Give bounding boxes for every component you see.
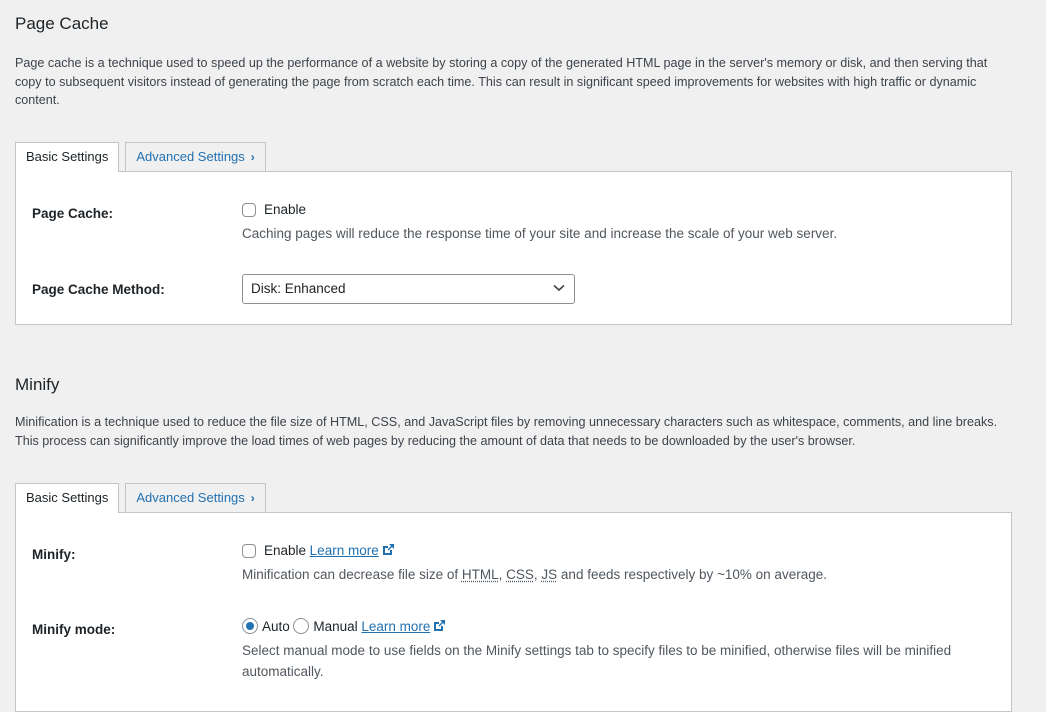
page-cache-enable-checkbox-label[interactable]: Enable <box>242 202 306 217</box>
minify-enable-checkbox[interactable] <box>242 544 256 558</box>
tab-advanced-settings[interactable]: Advanced Settings › <box>125 142 266 172</box>
minify-tabs: Basic Settings Advanced Settings › <box>15 483 266 513</box>
page-cache-title: Page Cache <box>15 14 109 33</box>
abbr-js: JS <box>541 567 558 582</box>
help-text: and feeds respectively by ~10% on averag… <box>557 567 827 582</box>
page-cache-enable-field: Enable Caching pages will reduce the res… <box>242 202 1001 244</box>
learn-more-link[interactable]: Learn more <box>361 619 430 634</box>
tab-label: Basic Settings <box>26 490 109 505</box>
external-link-icon <box>434 620 446 631</box>
minify-help: Minification can decrease file size of H… <box>242 567 827 582</box>
minify-enable-checkbox-label[interactable]: Enable <box>242 543 310 558</box>
chevron-right-icon: › <box>250 150 255 164</box>
radio-auto[interactable]: Auto <box>242 618 290 634</box>
page-cache-tabs: Basic Settings Advanced Settings › <box>15 142 266 172</box>
minify-mode-help: Select manual mode to use fields on the … <box>242 643 952 679</box>
tab-label: Advanced Settings <box>136 149 245 164</box>
tab-basic-settings[interactable]: Basic Settings <box>15 142 120 172</box>
minify-title: Minify <box>15 375 60 394</box>
abbr-css: CSS <box>506 567 534 582</box>
radio-auto-button[interactable] <box>242 618 258 634</box>
minify-mode-label: Minify mode: <box>32 622 116 637</box>
help-text: Minification can decrease file size of <box>242 567 462 582</box>
radio-manual-label: Manual <box>313 619 358 634</box>
abbr-html: HTML <box>461 567 499 582</box>
tab-advanced-settings[interactable]: Advanced Settings › <box>125 483 266 513</box>
enable-label: Enable <box>264 202 307 217</box>
radio-manual[interactable]: Manual <box>293 618 358 634</box>
minify-mode-field: Auto Manual Learn more Select manual mod… <box>242 618 1001 682</box>
radio-auto-label: Auto <box>262 619 290 634</box>
enable-label: Enable <box>264 543 307 558</box>
tab-basic-settings[interactable]: Basic Settings <box>15 483 120 513</box>
minify-label: Minify: <box>32 547 76 562</box>
tab-label: Advanced Settings <box>136 490 245 505</box>
page-cache-method-select[interactable]: Disk: Enhanced <box>242 274 575 304</box>
external-link-icon <box>382 544 394 555</box>
minify-description: Minification is a technique used to redu… <box>15 415 998 448</box>
page-cache-help: Caching pages will reduce the response t… <box>242 226 838 241</box>
page-cache-panel: Page Cache: Enable Caching pages will re… <box>15 171 1012 325</box>
learn-more-link[interactable]: Learn more <box>310 543 379 558</box>
chevron-right-icon: › <box>250 491 255 505</box>
page-cache-description: Page cache is a technique used to speed … <box>15 56 988 107</box>
page-cache-method-label: Page Cache Method: <box>32 282 165 297</box>
selected-value: Disk: Enhanced <box>251 281 346 296</box>
minify-enable-field: Enable Learn more Minification can decre… <box>242 543 1001 585</box>
minify-panel: Minify: Enable Learn more Minification c… <box>15 512 1012 712</box>
tab-label: Basic Settings <box>26 149 109 164</box>
page-cache-enable-checkbox[interactable] <box>242 203 256 217</box>
radio-manual-button[interactable] <box>293 618 310 634</box>
page-cache-label: Page Cache: <box>32 206 114 221</box>
chevron-down-icon <box>553 284 565 292</box>
